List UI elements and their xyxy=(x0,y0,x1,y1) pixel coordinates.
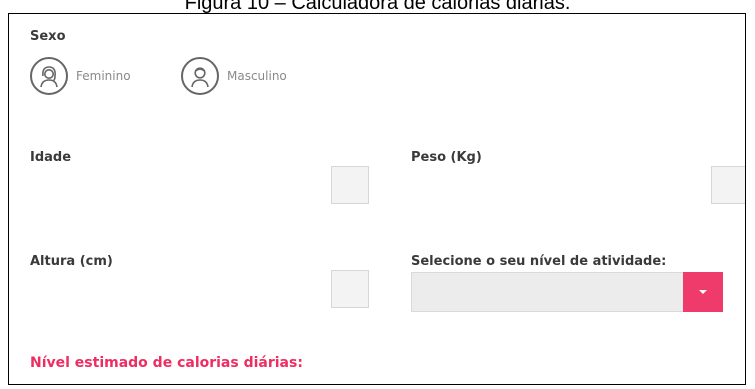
altura-label: Altura (cm) xyxy=(30,254,113,269)
chevron-down-icon xyxy=(699,290,707,294)
sexo-option-feminino[interactable]: Feminino xyxy=(30,57,131,95)
atividade-select[interactable] xyxy=(411,272,723,312)
result-label: Nível estimado de calorias diárias: xyxy=(30,355,303,371)
sexo-option-masculino-label: Masculino xyxy=(227,69,287,83)
sexo-label: Sexo xyxy=(30,29,66,44)
idade-label: Idade xyxy=(30,150,72,165)
atividade-dropdown-button[interactable] xyxy=(683,272,723,312)
atividade-label: Selecione o seu nível de atividade: xyxy=(411,254,667,269)
idade-input[interactable] xyxy=(331,166,369,204)
female-avatar-icon xyxy=(30,57,68,95)
sexo-option-masculino[interactable]: Masculino xyxy=(181,57,287,95)
male-avatar-icon xyxy=(181,57,219,95)
calorie-calculator-form: Sexo Feminino Masculino Idade Peso (Kg) … xyxy=(8,13,746,385)
sexo-option-feminino-label: Feminino xyxy=(76,69,131,83)
peso-label: Peso (Kg) xyxy=(411,150,482,165)
peso-input[interactable] xyxy=(711,166,745,204)
altura-input[interactable] xyxy=(331,270,369,308)
